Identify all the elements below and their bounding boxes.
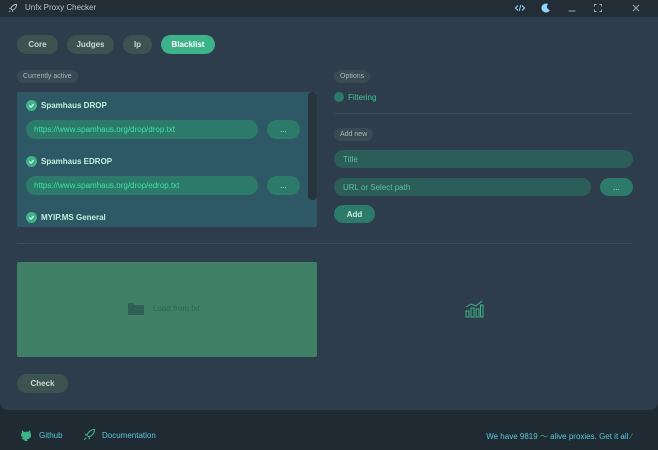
tab-core[interactable]: Core — [17, 35, 58, 54]
status-suffix: alive proxies. Get it all — [550, 432, 629, 441]
checkbox-checked-icon[interactable] — [26, 212, 37, 223]
add-new-label: Add new — [334, 128, 374, 141]
main-panel: Core Judges Ip Blacklist Currently activ… — [0, 17, 658, 410]
code-icon[interactable] — [514, 2, 526, 14]
check-button[interactable]: Check — [17, 374, 68, 393]
load-from-txt-dropzone[interactable]: Load from txt — [17, 262, 317, 357]
filtering-toggle[interactable] — [334, 92, 344, 102]
maximize-icon[interactable] — [592, 2, 604, 14]
tab-blacklist[interactable]: Blacklist — [161, 35, 215, 54]
blacklist-item-title: MYIP.MS General — [41, 213, 106, 222]
title-input[interactable]: Title — [334, 150, 633, 168]
wand-icon: ∕ — [630, 432, 632, 441]
close-icon[interactable] — [630, 2, 642, 14]
add-button[interactable]: Add — [334, 205, 375, 223]
section-divider — [17, 243, 632, 244]
checkbox-checked-icon[interactable] — [26, 100, 37, 111]
path-input[interactable]: URL or Select path — [334, 178, 591, 196]
blacklist-list[interactable]: Spamhaus DROP https://www.spamhaus.org/d… — [17, 92, 317, 227]
blacklist-item-title: Spamhaus DROP — [41, 101, 107, 110]
minimize-icon[interactable] — [566, 2, 578, 14]
github-icon[interactable] — [19, 428, 33, 442]
blacklist-url-field[interactable]: https://www.spamhaus.org/drop/drop.txt — [26, 120, 258, 139]
status-prefix: We have — [486, 432, 518, 441]
tab-judges[interactable]: Judges — [67, 35, 114, 54]
chart-icon — [465, 300, 484, 318]
currently-active-label: Currently active — [17, 70, 78, 83]
load-from-txt-label: Load from txt — [153, 304, 200, 313]
tab-ip[interactable]: Ip — [123, 35, 152, 54]
title-bar: Unfx Proxy Checker — [0, 0, 658, 17]
blacklist-item-title: Spamhaus EDROP — [41, 157, 113, 166]
folder-icon — [128, 303, 144, 315]
filtering-label: Filtering — [348, 93, 377, 102]
alive-proxies-status[interactable]: We have 9819 〜 alive proxies. Get it all… — [486, 431, 632, 442]
checkbox-checked-icon[interactable] — [26, 156, 37, 167]
alive-count: 9819 — [519, 432, 538, 441]
browse-button[interactable]: ... — [267, 176, 300, 195]
browse-path-button[interactable]: ... — [600, 178, 633, 196]
rocket-icon[interactable] — [82, 428, 96, 442]
options-divider — [334, 113, 632, 114]
moon-icon[interactable] — [540, 2, 552, 14]
documentation-link[interactable]: Documentation — [102, 431, 156, 440]
github-link[interactable]: Github — [39, 431, 63, 440]
options-label: Options — [334, 70, 371, 83]
browse-button[interactable]: ... — [267, 120, 300, 139]
window-title: Unfx Proxy Checker — [25, 3, 97, 12]
blacklist-url-field[interactable]: https://www.spamhaus.org/drop/edrop.txt — [26, 176, 258, 195]
list-scrollbar[interactable] — [308, 92, 317, 200]
rocket-icon — [8, 3, 18, 13]
trend-icon: 〜 — [539, 432, 548, 441]
